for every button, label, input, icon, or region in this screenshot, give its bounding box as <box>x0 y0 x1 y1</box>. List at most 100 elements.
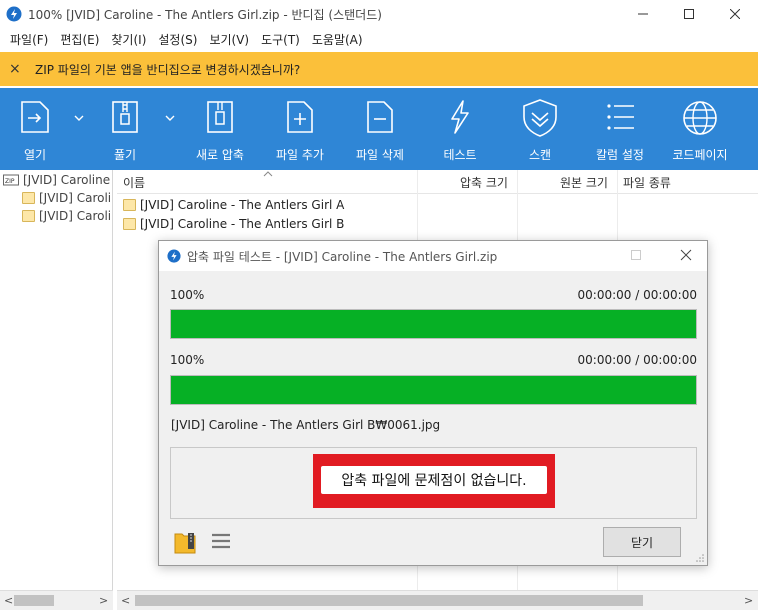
column-compressed-size[interactable]: 압축 크기 <box>460 170 508 194</box>
progress-1-time: 00:00:00 / 00:00:00 <box>577 288 697 302</box>
extract-zip-icon <box>112 101 138 133</box>
result-panel: 압축 파일에 문제점이 없습니다. <box>170 447 697 519</box>
menu-help[interactable]: 도움말(A) <box>306 31 369 48</box>
scrollbar-thumb[interactable] <box>135 595 643 606</box>
folder-icon <box>123 217 136 230</box>
tree-item-b-label: [JVID] Caroline - The Antlers Girl B <box>39 209 112 223</box>
extract-button[interactable]: 풀기 <box>100 88 150 170</box>
tree-horizontal-scrollbar[interactable]: < > <box>0 590 113 610</box>
current-file-name: [JVID] Caroline - The Antlers Girl B₩006… <box>171 418 441 432</box>
scroll-right-icon[interactable]: > <box>744 594 753 607</box>
dialog-title-bar: 압축 파일 테스트 - [JVID] Caroline - The Antler… <box>159 241 707 271</box>
progress-2-time: 00:00:00 / 00:00:00 <box>577 353 697 367</box>
add-file-icon <box>287 101 313 133</box>
progress-bar-2-fill <box>171 376 696 404</box>
test-archive-dialog: 압축 파일 테스트 - [JVID] Caroline - The Antler… <box>158 240 708 566</box>
maximize-icon <box>684 9 694 19</box>
codepage-label: 코드페이지 <box>672 148 728 162</box>
scan-label: 스캔 <box>528 148 552 162</box>
test-button[interactable]: 테스트 <box>434 88 486 170</box>
folder-tree[interactable]: ZIP [JVID] Caroline - The Antlers Girl.z… <box>0 170 113 590</box>
minimize-icon <box>638 13 648 15</box>
add-file-button[interactable]: 파일 추가 <box>272 88 328 170</box>
list-icon <box>607 104 634 130</box>
extract-dropdown-chevron-icon[interactable] <box>165 114 175 122</box>
close-dialog-icon[interactable] <box>680 249 692 261</box>
delete-file-icon <box>367 101 393 133</box>
open-icon <box>21 101 49 133</box>
new-archive-button[interactable]: 새로 압축 <box>192 88 248 170</box>
add-file-label: 파일 추가 <box>276 148 324 162</box>
tree-item-a-label: [JVID] Caroline - The Antlers Girl A <box>39 191 112 205</box>
scroll-left-icon[interactable]: < <box>121 594 130 607</box>
tree-item-b[interactable]: [JVID] Caroline - The Antlers Girl B <box>22 207 112 225</box>
close-window-button[interactable] <box>712 0 758 28</box>
globe-icon <box>683 101 717 135</box>
menu-tools[interactable]: 도구(T) <box>255 31 306 48</box>
minimize-button[interactable] <box>620 0 666 28</box>
menu-view[interactable]: 보기(V) <box>203 31 255 48</box>
progress-bar-2 <box>170 375 697 405</box>
progress-bar-1 <box>170 309 697 339</box>
close-button[interactable]: 닫기 <box>603 527 681 557</box>
column-header: 이름 압축 크기 원본 크기 파일 종류 <box>117 170 758 194</box>
scan-button[interactable]: 스캔 <box>514 88 566 170</box>
column-settings-button[interactable]: 칼럼 설정 <box>592 88 648 170</box>
notice-message[interactable]: ZIP 파일의 기본 앱을 반디집으로 변경하시겠습니까? <box>35 61 300 78</box>
list-item-name: [JVID] Caroline - The Antlers Girl A <box>140 197 345 212</box>
open-label: 열기 <box>23 148 47 162</box>
tree-item-a[interactable]: [JVID] Caroline - The Antlers Girl A <box>22 189 112 207</box>
tree-root[interactable]: ZIP [JVID] Caroline - The Antlers Girl.z… <box>3 171 112 189</box>
result-highlight: 압축 파일에 문제점이 없습니다. <box>313 454 555 508</box>
delete-file-button[interactable]: 파일 삭제 <box>352 88 408 170</box>
maximize-button[interactable] <box>666 0 712 28</box>
maximize-icon <box>631 250 641 260</box>
folder-icon <box>22 192 35 204</box>
shield-icon <box>523 99 557 137</box>
column-file-type[interactable]: 파일 종류 <box>623 170 671 194</box>
new-archive-label: 새로 압축 <box>196 148 244 162</box>
resize-grip-icon[interactable] <box>696 554 704 562</box>
open-folder-icon[interactable] <box>173 528 199 556</box>
codepage-button[interactable]: 코드페이지 <box>668 88 732 170</box>
bandizip-logo-icon <box>6 6 22 22</box>
menu-edit[interactable]: 편집(E) <box>54 31 105 48</box>
menu-find[interactable]: 찾기(I) <box>105 31 152 48</box>
scrollbar-thumb[interactable] <box>14 595 54 606</box>
menu-settings[interactable]: 설정(S) <box>152 31 203 48</box>
title-bar: 100% [JVID] Caroline - The Antlers Girl.… <box>0 0 758 28</box>
list-horizontal-scrollbar[interactable]: < > <box>117 590 758 610</box>
progress-bar-1-fill <box>171 310 696 338</box>
menu-icon[interactable] <box>211 531 231 551</box>
column-settings-label: 칼럼 설정 <box>596 148 644 162</box>
list-item[interactable]: [JVID] Caroline - The Antlers Girl A <box>123 195 344 214</box>
column-name[interactable]: 이름 <box>123 170 145 194</box>
lightning-icon <box>451 100 469 134</box>
new-archive-icon <box>207 101 233 133</box>
svg-text:ZIP: ZIP <box>5 178 15 185</box>
main-toolbar: 열기 풀기 새로 압축 파일 추가 파일 삭제 테스트 스캔 칼럼 설정 코드페… <box>0 88 758 170</box>
default-app-notice[interactable]: × ZIP 파일의 기본 앱을 반디집으로 변경하시겠습니까? <box>0 52 758 86</box>
notice-close-icon[interactable]: × <box>9 61 27 77</box>
bandizip-logo-icon <box>167 249 181 263</box>
zip-archive-icon: ZIP <box>3 174 19 186</box>
menu-file[interactable]: 파일(F) <box>4 31 54 48</box>
tree-root-label: [JVID] Caroline - The Antlers Girl.zip <box>23 173 112 187</box>
extract-label: 풀기 <box>113 148 137 162</box>
list-item[interactable]: [JVID] Caroline - The Antlers Girl B <box>123 214 344 233</box>
progress-2-percent: 100% <box>170 353 205 367</box>
dialog-title: 압축 파일 테스트 - [JVID] Caroline - The Antler… <box>187 249 498 264</box>
menu-bar: 파일(F) 편집(E) 찾기(I) 설정(S) 보기(V) 도구(T) 도움말(… <box>0 28 758 50</box>
scroll-left-icon[interactable]: < <box>4 594 13 607</box>
result-message: 압축 파일에 문제점이 없습니다. <box>321 466 547 494</box>
folder-icon <box>123 198 136 211</box>
scroll-right-icon[interactable]: > <box>99 594 108 607</box>
sort-ascending-icon <box>263 171 273 177</box>
test-label: 테스트 <box>443 148 477 162</box>
list-item-name: [JVID] Caroline - The Antlers Girl B <box>140 216 345 231</box>
delete-file-label: 파일 삭제 <box>356 148 404 162</box>
folder-icon <box>22 210 35 222</box>
column-original-size[interactable]: 원본 크기 <box>560 170 608 194</box>
open-button[interactable]: 열기 <box>10 88 60 170</box>
open-dropdown-chevron-icon[interactable] <box>74 114 84 122</box>
